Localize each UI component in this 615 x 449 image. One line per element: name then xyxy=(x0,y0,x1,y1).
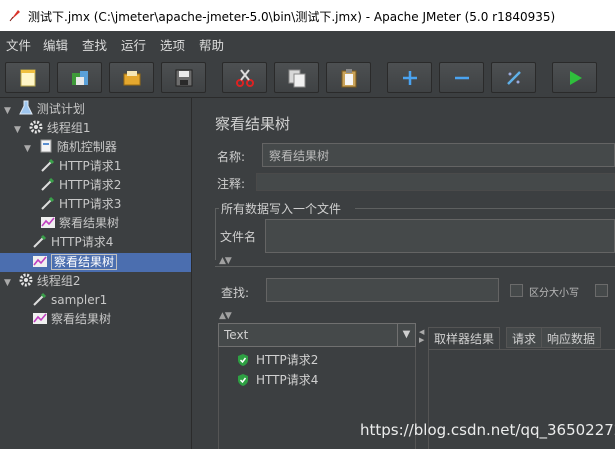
section-divider xyxy=(215,266,615,267)
tree-node-view-results-tree-selected[interactable]: 察看结果树 xyxy=(32,253,118,272)
start-icon xyxy=(570,71,582,85)
filename-field[interactable] xyxy=(265,219,615,253)
copy-icon xyxy=(288,69,306,88)
open-button[interactable] xyxy=(109,62,154,93)
window-titlebar: 测试下.jmx (C:\jmeter\apache-jmeter-5.0\bin… xyxy=(0,0,615,31)
tree-node-random-controller[interactable]: ▼ 随机控制器 xyxy=(24,138,117,157)
expanded-arrow-icon[interactable]: ▼ xyxy=(24,140,34,159)
case-sensitive-checkbox[interactable] xyxy=(510,284,523,297)
chevron-down-icon[interactable]: ▼ xyxy=(397,324,415,346)
splitter-arrows-icon[interactable]: ◀ ▶ xyxy=(419,328,424,344)
tree-node-view-results-tree-2[interactable]: 察看结果树 xyxy=(32,310,111,329)
cut-button[interactable] xyxy=(222,62,267,93)
open-icon xyxy=(123,71,141,86)
renderer-select[interactable]: Text ▼ xyxy=(218,323,416,347)
group-border-left xyxy=(215,208,216,260)
result-item-http-request-2[interactable]: HTTP请求2 xyxy=(236,351,318,369)
gear-icon xyxy=(19,273,33,287)
collapse-arrows-icon-2[interactable]: ▲▼ xyxy=(219,311,232,321)
group-border xyxy=(355,208,615,209)
success-shield-icon xyxy=(238,374,248,386)
toggle-button[interactable] xyxy=(491,62,536,93)
regex-checkbox[interactable] xyxy=(595,284,608,297)
test-plan-tree: ▼ 测试计划 ▼ 线程组1 ▼ 随机控制器 HTTP请求1 HTTP请求2 HT… xyxy=(0,98,192,449)
toggle-icon xyxy=(507,71,521,85)
toolbar xyxy=(0,55,615,98)
expand-all-button[interactable] xyxy=(387,62,432,93)
chart-icon xyxy=(41,217,55,228)
tab-request[interactable]: 请求 xyxy=(506,327,543,348)
expanded-arrow-icon[interactable]: ▼ xyxy=(4,274,14,293)
pipette-icon xyxy=(41,196,55,210)
window-title: 测试下.jmx (C:\jmeter\apache-jmeter-5.0\bin… xyxy=(28,10,556,24)
pipette-icon xyxy=(41,177,55,191)
menu-help[interactable]: 帮助 xyxy=(199,35,224,54)
pipette-icon xyxy=(33,234,47,248)
tree-node-test-plan[interactable]: ▼ 测试计划 xyxy=(4,100,85,119)
menu-search[interactable]: 查找 xyxy=(82,35,107,54)
case-sensitive-label: 区分大小写 xyxy=(529,288,579,299)
csdn-watermark: https://blog.csdn.net/qq_36502272 xyxy=(360,421,615,439)
menu-options[interactable]: 选项 xyxy=(160,35,185,54)
tree-node-thread-group-2[interactable]: ▼ 线程组2 xyxy=(4,272,80,291)
new-icon xyxy=(20,69,36,87)
menu-file[interactable]: 文件 xyxy=(6,35,31,54)
name-label: 名称: xyxy=(217,150,246,164)
tree-node-sampler1[interactable]: sampler1 xyxy=(32,291,107,310)
minus-icon xyxy=(455,76,469,80)
tree-node-http-request-2[interactable]: HTTP请求2 xyxy=(40,176,121,195)
comment-field[interactable] xyxy=(256,173,615,191)
collapse-arrows-icon[interactable]: ▲▼ xyxy=(219,256,232,266)
plus-icon xyxy=(403,71,417,85)
gear-icon xyxy=(29,120,43,134)
menu-edit[interactable]: 编辑 xyxy=(43,35,68,54)
templates-button[interactable] xyxy=(57,62,102,93)
tab-sampler-result[interactable]: 取样器结果 xyxy=(428,327,501,349)
new-button[interactable] xyxy=(5,62,50,93)
view-results-tree-panel: 察看结果树 名称: 察看结果树 注释: 所有数据写入一个文件 文件名 ▲▼ 查找… xyxy=(203,98,615,449)
pipette-icon xyxy=(33,292,47,306)
tree-node-http-request-1[interactable]: HTTP请求1 xyxy=(40,157,121,176)
tree-node-http-request-3[interactable]: HTTP请求3 xyxy=(40,195,121,214)
file-group-title: 所有数据写入一个文件 xyxy=(221,202,342,216)
tree-node-http-request-4[interactable]: HTTP请求4 xyxy=(32,233,113,252)
controller-icon xyxy=(40,139,52,153)
save-button[interactable] xyxy=(161,62,206,93)
paste-icon xyxy=(341,69,357,88)
expanded-arrow-icon[interactable]: ▼ xyxy=(14,121,24,140)
result-tabs: 取样器结果 请求 响应数据 xyxy=(428,327,615,349)
save-icon xyxy=(175,69,193,87)
success-shield-icon xyxy=(238,354,248,366)
flask-icon xyxy=(19,100,33,115)
chart-icon xyxy=(33,256,47,267)
start-button[interactable] xyxy=(552,62,597,93)
menu-run[interactable]: 运行 xyxy=(121,35,146,54)
expanded-arrow-icon[interactable]: ▼ xyxy=(4,102,14,121)
name-field[interactable]: 察看结果树 xyxy=(262,143,615,167)
menu-bar: 文件 编辑 查找 运行 选项 帮助 xyxy=(0,31,615,55)
paste-button[interactable] xyxy=(326,62,371,93)
comment-label: 注释: xyxy=(217,177,246,191)
search-input[interactable] xyxy=(266,278,499,302)
search-label: 查找: xyxy=(221,286,250,300)
templates-icon xyxy=(72,71,88,85)
tree-node-view-results-tree-1[interactable]: 察看结果树 xyxy=(40,214,119,233)
tab-response-data[interactable]: 响应数据 xyxy=(541,327,602,348)
chart-icon xyxy=(33,313,47,324)
pipette-icon xyxy=(41,158,55,172)
pane-splitter[interactable] xyxy=(193,98,203,449)
cut-icon xyxy=(236,69,254,87)
jmeter-feather-icon xyxy=(9,10,20,22)
copy-button[interactable] xyxy=(274,62,319,93)
result-item-http-request-4[interactable]: HTTP请求4 xyxy=(236,371,318,389)
filename-label: 文件名 xyxy=(220,230,257,244)
tree-node-thread-group-1[interactable]: ▼ 线程组1 xyxy=(14,119,90,138)
collapse-all-button[interactable] xyxy=(439,62,484,93)
panel-title: 察看结果树 xyxy=(215,115,291,133)
